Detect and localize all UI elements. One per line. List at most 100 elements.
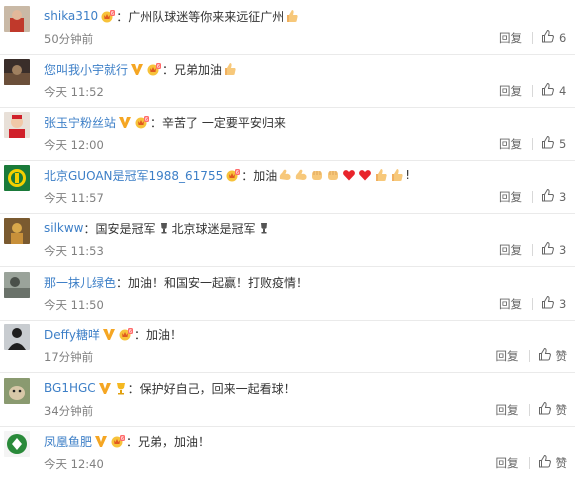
reply-button[interactable]: 回复: [499, 296, 522, 312]
username-link[interactable]: silkww: [44, 221, 84, 235]
verified-v-icon: [94, 434, 108, 448]
fist-icon: [326, 168, 340, 182]
comment-text-end: !: [405, 168, 411, 182]
thumbs-up-icon: [538, 454, 556, 471]
avatar[interactable]: [4, 112, 30, 138]
comment-text: 北京球迷是冠军: [171, 221, 256, 236]
vip-crown-icon[interactable]: 6: [146, 62, 162, 76]
muscle-icon: [294, 168, 308, 182]
timestamp: 今天 11:57: [44, 191, 104, 205]
comment-line: 张玉宁粉丝站 6：辛苦了 一定要平安归来: [44, 112, 286, 132]
comment-actions: 回复 赞: [496, 454, 567, 471]
comment-actions: 回复 4: [499, 82, 567, 99]
avatar[interactable]: [4, 218, 30, 244]
avatar[interactable]: [4, 378, 30, 404]
like-button[interactable]: 3: [541, 295, 567, 312]
like-count: 赞: [555, 348, 568, 363]
avatar[interactable]: [4, 272, 30, 298]
avatar[interactable]: [4, 6, 30, 32]
like-button[interactable]: 4: [541, 82, 567, 99]
like-button[interactable]: 6: [541, 29, 567, 46]
thumbs-up-icon: [541, 29, 559, 46]
username-link[interactable]: Deffy糖咩: [44, 326, 100, 343]
comment-actions: 回复 6: [499, 29, 567, 46]
comment-actions: 回复 赞: [496, 347, 568, 364]
comment-text: 国安是冠军: [95, 221, 156, 236]
thumbs-up-icon: [541, 135, 559, 152]
reply-button[interactable]: 回复: [499, 83, 522, 99]
avatar[interactable]: [4, 59, 30, 85]
like-button[interactable]: 赞: [538, 347, 568, 364]
username-link[interactable]: shika310: [44, 9, 98, 23]
verified-v-icon: [130, 62, 144, 76]
divider: [532, 243, 533, 256]
thumbs-up-icon: [374, 168, 388, 182]
divider: [528, 403, 530, 416]
username-link[interactable]: 张玉宁粉丝站: [44, 114, 116, 131]
thumbs-up-icon: [538, 347, 556, 364]
divider: [532, 190, 533, 203]
divider: [528, 349, 530, 362]
vip-crown-icon[interactable]: 6: [100, 9, 116, 23]
username-link[interactable]: 凤凰鱼肥: [44, 433, 92, 450]
vip-crown-icon[interactable]: 6: [134, 115, 150, 129]
comment-text: 辛苦了 一定要平安归来: [162, 115, 286, 130]
comment-actions: 回复 赞: [496, 401, 567, 418]
vip-crown-icon[interactable]: 6: [225, 168, 241, 182]
like-button[interactable]: 赞: [538, 454, 567, 471]
timestamp: 50分钟前: [44, 32, 94, 46]
svg-text:6: 6: [121, 436, 124, 442]
comment-line: 您叫我小宇就行 6：兄弟加油: [44, 59, 238, 79]
thumbs-up-icon: [285, 9, 299, 23]
comment-separator: ：: [162, 62, 175, 77]
vip-crown-icon[interactable]: 6: [118, 327, 134, 341]
avatar[interactable]: [4, 324, 30, 350]
reply-button[interactable]: 回复: [499, 242, 522, 258]
comment-item: 那一抹儿绿色：加油！和国安一起赢！打败疫情！ 今天 11:50 回复 3: [0, 268, 575, 321]
thumbs-up-icon: [538, 401, 556, 418]
comment-text: 加油！和国安一起赢！打败疫情！: [128, 275, 309, 290]
comment-separator: ：: [150, 115, 163, 130]
like-button[interactable]: 3: [541, 241, 567, 258]
fist-icon: [310, 168, 324, 182]
like-count: 4: [559, 83, 567, 98]
verified-v-icon: [118, 115, 132, 129]
thumbs-up-icon: [541, 82, 559, 99]
username-link[interactable]: 那一抹儿绿色: [44, 274, 116, 291]
comment-line: Deffy糖咩 6：加油！: [44, 324, 182, 344]
like-count: 3: [559, 189, 567, 204]
comment-actions: 回复 5: [499, 135, 567, 152]
like-button[interactable]: 赞: [538, 401, 567, 418]
reply-button[interactable]: 回复: [496, 348, 519, 364]
comment-actions: 回复 3: [499, 241, 567, 258]
reply-button[interactable]: 回复: [499, 136, 522, 152]
like-count: 3: [559, 296, 567, 311]
avatar[interactable]: [4, 431, 30, 457]
username-link[interactable]: 您叫我小宇就行: [44, 61, 128, 78]
muscle-icon: [278, 168, 292, 182]
like-button[interactable]: 3: [541, 188, 567, 205]
reply-button[interactable]: 回复: [496, 455, 519, 471]
comment-actions: 回复 3: [499, 295, 567, 312]
svg-text:6: 6: [145, 117, 148, 123]
avatar[interactable]: [4, 165, 30, 191]
comment-line: 那一抹儿绿色：加油！和国安一起赢！打败疫情！: [44, 272, 308, 292]
comment-text: 加油: [253, 168, 278, 183]
comment-item: shika310 6：广州队球迷等你来来远征广州 50分钟前 回复 6: [0, 2, 575, 55]
reply-button[interactable]: 回复: [499, 189, 522, 205]
username-link[interactable]: 北京GUOAN是冠军1988_61755: [44, 167, 223, 184]
like-count: 5: [559, 136, 567, 151]
like-count: 3: [559, 242, 567, 257]
comment-separator: ：: [134, 327, 147, 342]
username-link[interactable]: BG1HGC: [44, 381, 96, 395]
reply-button[interactable]: 回复: [499, 30, 522, 46]
svg-text:6: 6: [236, 170, 239, 176]
comment-text: 保护好自己，回来一起看球！: [139, 381, 296, 396]
thumbs-up-icon: [223, 62, 237, 76]
like-button[interactable]: 5: [541, 135, 567, 152]
timestamp: 17分钟前: [44, 350, 94, 364]
vip-crown-icon[interactable]: 6: [110, 434, 126, 448]
reply-button[interactable]: 回复: [496, 402, 519, 418]
comment-line: 凤凰鱼肥 6：兄弟，加油！: [44, 431, 210, 451]
trophy-badge-icon[interactable]: [114, 381, 128, 395]
